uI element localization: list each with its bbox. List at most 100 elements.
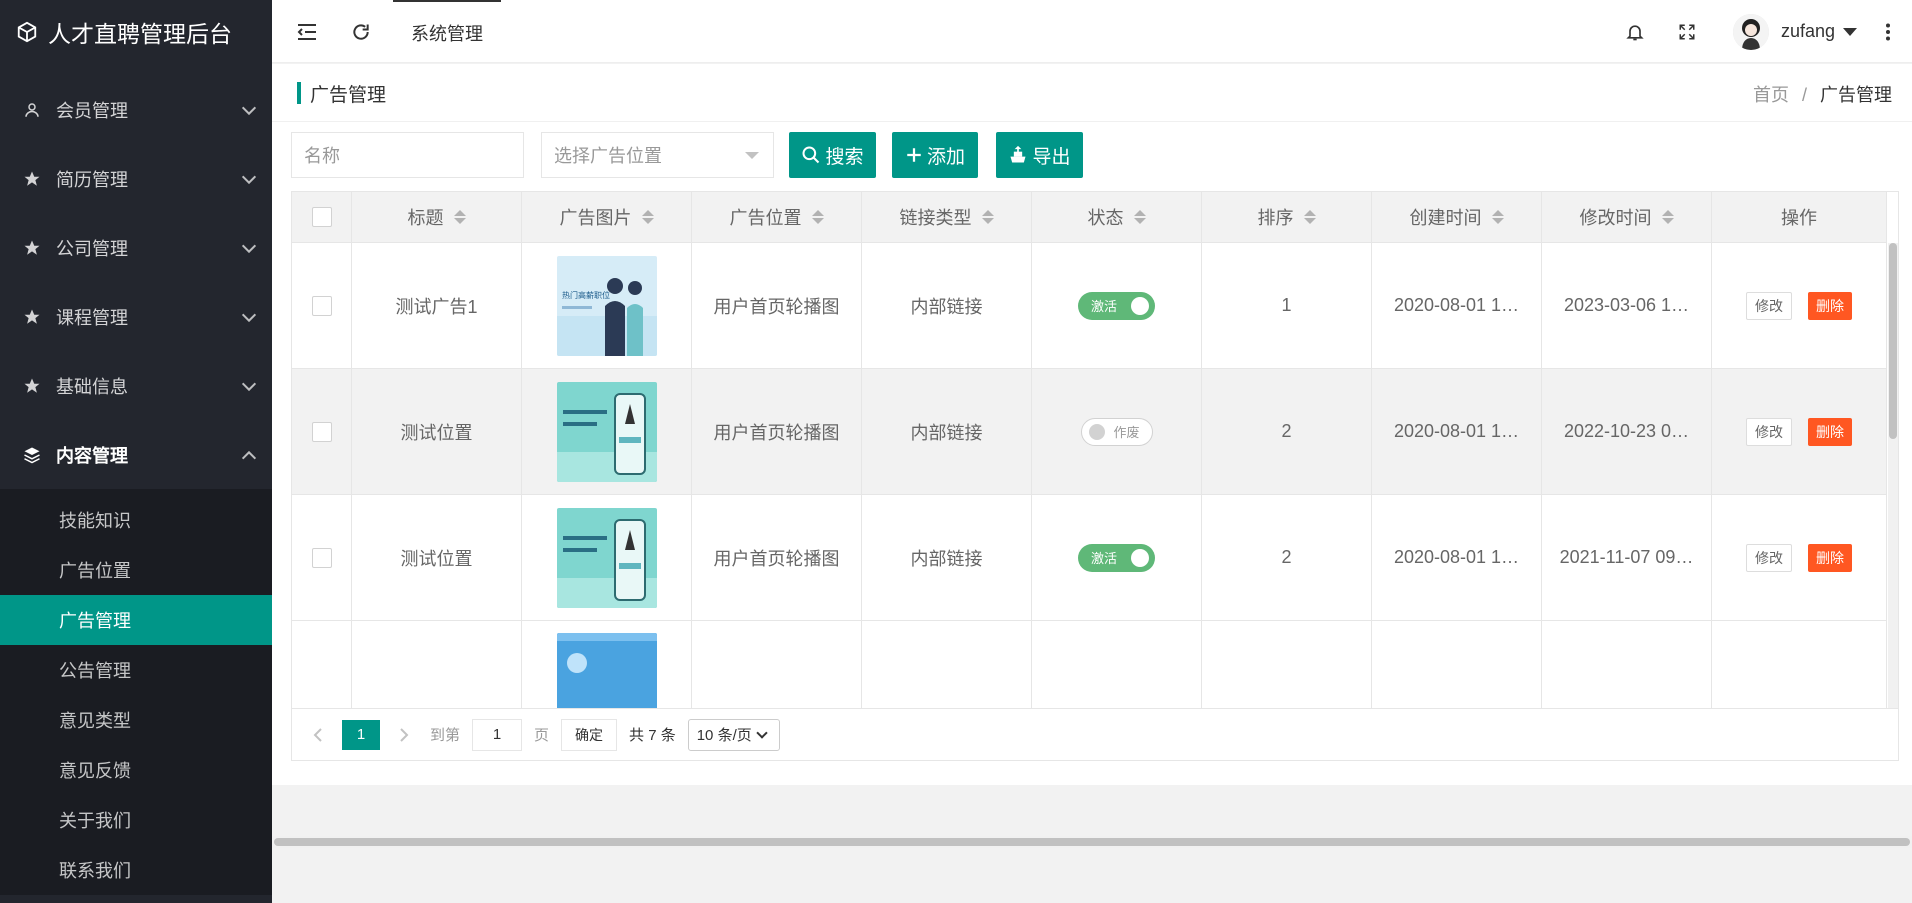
search-button[interactable]: 搜索 — [789, 132, 876, 178]
sort-icon[interactable] — [1491, 209, 1504, 225]
column-header-link-type[interactable]: 链接类型 — [862, 192, 1032, 242]
name-search-input[interactable]: 名称 — [291, 132, 524, 178]
more-options-button[interactable] — [1878, 0, 1898, 63]
column-header-image[interactable]: 广告图片 — [522, 192, 692, 242]
prev-page-icon[interactable] — [308, 727, 328, 743]
export-button[interactable]: 导出 — [996, 132, 1083, 178]
page-size-select[interactable]: 10 条/页 — [687, 718, 780, 751]
sidebar-item-resumes[interactable]: 简历管理 — [0, 144, 272, 213]
chevron-down-icon — [241, 238, 257, 253]
ad-position-select[interactable]: 选择广告位置 — [541, 132, 774, 178]
ad-thumbnail[interactable] — [556, 507, 657, 608]
column-header-label: 操作 — [1781, 208, 1817, 228]
status-toggle[interactable]: 激活 — [1078, 543, 1155, 572]
select-arrow-icon — [745, 152, 759, 159]
sort-icon[interactable] — [1303, 209, 1316, 225]
row-checkbox[interactable] — [311, 421, 332, 442]
page-size-value: 10 条/页 — [696, 727, 752, 744]
sidebar: 人才直聘管理后台 会员管理 简历管理 公司管理 课程管理 基础信息 内容管理 技… — [0, 0, 272, 903]
sort-icon[interactable] — [1133, 209, 1146, 225]
sidebar-item-basic-info[interactable]: 基础信息 — [0, 351, 272, 420]
add-button[interactable]: 添加 — [892, 132, 978, 178]
cell-link-type: 内部链接 — [862, 495, 1032, 620]
chevron-down-icon — [241, 100, 257, 115]
goto-confirm-button[interactable]: 确定 — [561, 718, 618, 751]
fullscreen-button[interactable] — [1670, 0, 1704, 63]
collapse-menu-button[interactable] — [290, 0, 324, 63]
column-header-title[interactable]: 标题 — [352, 192, 522, 242]
cell-position: 用户首页轮播图 — [692, 495, 862, 620]
cell-image — [522, 495, 692, 620]
ad-thumbnail[interactable] — [556, 633, 657, 708]
goto-page-input[interactable]: 1 — [472, 718, 523, 751]
cell-title: 测试位置 — [352, 495, 522, 620]
table-vertical-scrollbar[interactable] — [1888, 243, 1898, 708]
submenu-item-about-us[interactable]: 关于我们 — [0, 795, 272, 845]
sort-icon[interactable] — [641, 209, 654, 225]
submenu-item-ad-positions[interactable]: 广告位置 — [0, 545, 272, 595]
notifications-button[interactable] — [1618, 0, 1652, 63]
next-page-icon[interactable] — [394, 727, 414, 743]
sidebar-item-members[interactable]: 会员管理 — [0, 75, 272, 144]
column-header-created[interactable]: 创建时间 — [1372, 192, 1542, 242]
column-header-status[interactable]: 状态 — [1032, 192, 1202, 242]
column-header-actions: 操作 — [1712, 192, 1887, 242]
cell-created: 2020-08-01 1… — [1372, 495, 1542, 620]
cell-link-type: 内部链接 — [862, 243, 1032, 368]
column-header-label: 状态 — [1087, 208, 1124, 228]
delete-button[interactable]: 删除 — [1808, 543, 1852, 572]
row-select-cell — [292, 369, 352, 494]
cell-title: 测试广告1 — [352, 243, 522, 368]
sort-icon[interactable] — [981, 209, 994, 225]
column-header-modified[interactable]: 修改时间 — [1542, 192, 1712, 242]
refresh-button[interactable] — [344, 0, 378, 63]
submenu-item-ad-management[interactable]: 广告管理 — [0, 595, 272, 645]
bell-icon — [1626, 24, 1644, 40]
ad-thumbnail[interactable] — [556, 381, 657, 482]
delete-button[interactable]: 删除 — [1808, 291, 1852, 320]
cell-created: 2020-08-01 1… — [1372, 243, 1542, 368]
submenu-item-feedback-types[interactable]: 意见类型 — [0, 695, 272, 745]
edit-button[interactable]: 修改 — [1746, 543, 1792, 572]
page-number-current[interactable]: 1 — [342, 719, 380, 750]
sidebar-item-companies[interactable]: 公司管理 — [0, 213, 272, 282]
column-header-position[interactable]: 广告位置 — [692, 192, 862, 242]
status-toggle[interactable]: 作废 — [1080, 417, 1153, 446]
sidebar-item-courses[interactable]: 课程管理 — [0, 282, 272, 351]
column-header-label: 广告图片 — [559, 208, 632, 228]
table-row: 测试广告1 热门高薪职位 用户首页轮播图 内部链接 激活 1 2020-08-0… — [292, 243, 1887, 369]
row-checkbox[interactable] — [311, 295, 332, 316]
sort-icon[interactable] — [1661, 209, 1674, 225]
breadcrumb-home[interactable]: 首页 — [1753, 85, 1789, 105]
sidebar-item-content[interactable]: 内容管理 — [0, 420, 272, 489]
tab-system-management[interactable]: 系统管理 — [393, 0, 501, 63]
breadcrumb: 首页 / 广告管理 — [1753, 81, 1892, 107]
fullscreen-icon — [1679, 24, 1695, 39]
sort-icon[interactable] — [453, 209, 466, 225]
cell-status: 作废 — [1032, 369, 1202, 494]
status-toggle[interactable]: 激活 — [1078, 291, 1155, 320]
sort-icon[interactable] — [811, 209, 824, 225]
delete-button[interactable]: 删除 — [1808, 417, 1852, 446]
scrollbar-thumb[interactable] — [274, 838, 1910, 846]
row-checkbox[interactable] — [311, 547, 332, 568]
submenu-item-feedback[interactable]: 意见反馈 — [0, 745, 272, 795]
cell-modified: 2023-03-06 1… — [1542, 243, 1712, 368]
column-header-sort[interactable]: 排序 — [1202, 192, 1372, 242]
goto-label: 到第 — [430, 727, 461, 744]
app-logo[interactable]: 人才直聘管理后台 — [0, 0, 272, 63]
user-menu[interactable]: zufang — [1732, 0, 1857, 63]
plus-icon — [905, 146, 923, 164]
ad-thumbnail[interactable]: 热门高薪职位 — [556, 255, 657, 356]
cell-modified: 2021-11-07 09… — [1542, 495, 1712, 620]
select-all-checkbox[interactable] — [311, 207, 332, 227]
scrollbar-thumb[interactable] — [1889, 243, 1897, 439]
row-select-cell — [292, 495, 352, 620]
edit-button[interactable]: 修改 — [1746, 417, 1792, 446]
add-button-label: 添加 — [926, 146, 965, 168]
edit-button[interactable]: 修改 — [1746, 291, 1792, 320]
submenu-item-skills[interactable]: 技能知识 — [0, 495, 272, 545]
submenu-item-contact-us[interactable]: 联系我们 — [0, 845, 272, 895]
horizontal-scrollbar[interactable] — [272, 836, 1912, 848]
submenu-item-announcements[interactable]: 公告管理 — [0, 645, 272, 695]
